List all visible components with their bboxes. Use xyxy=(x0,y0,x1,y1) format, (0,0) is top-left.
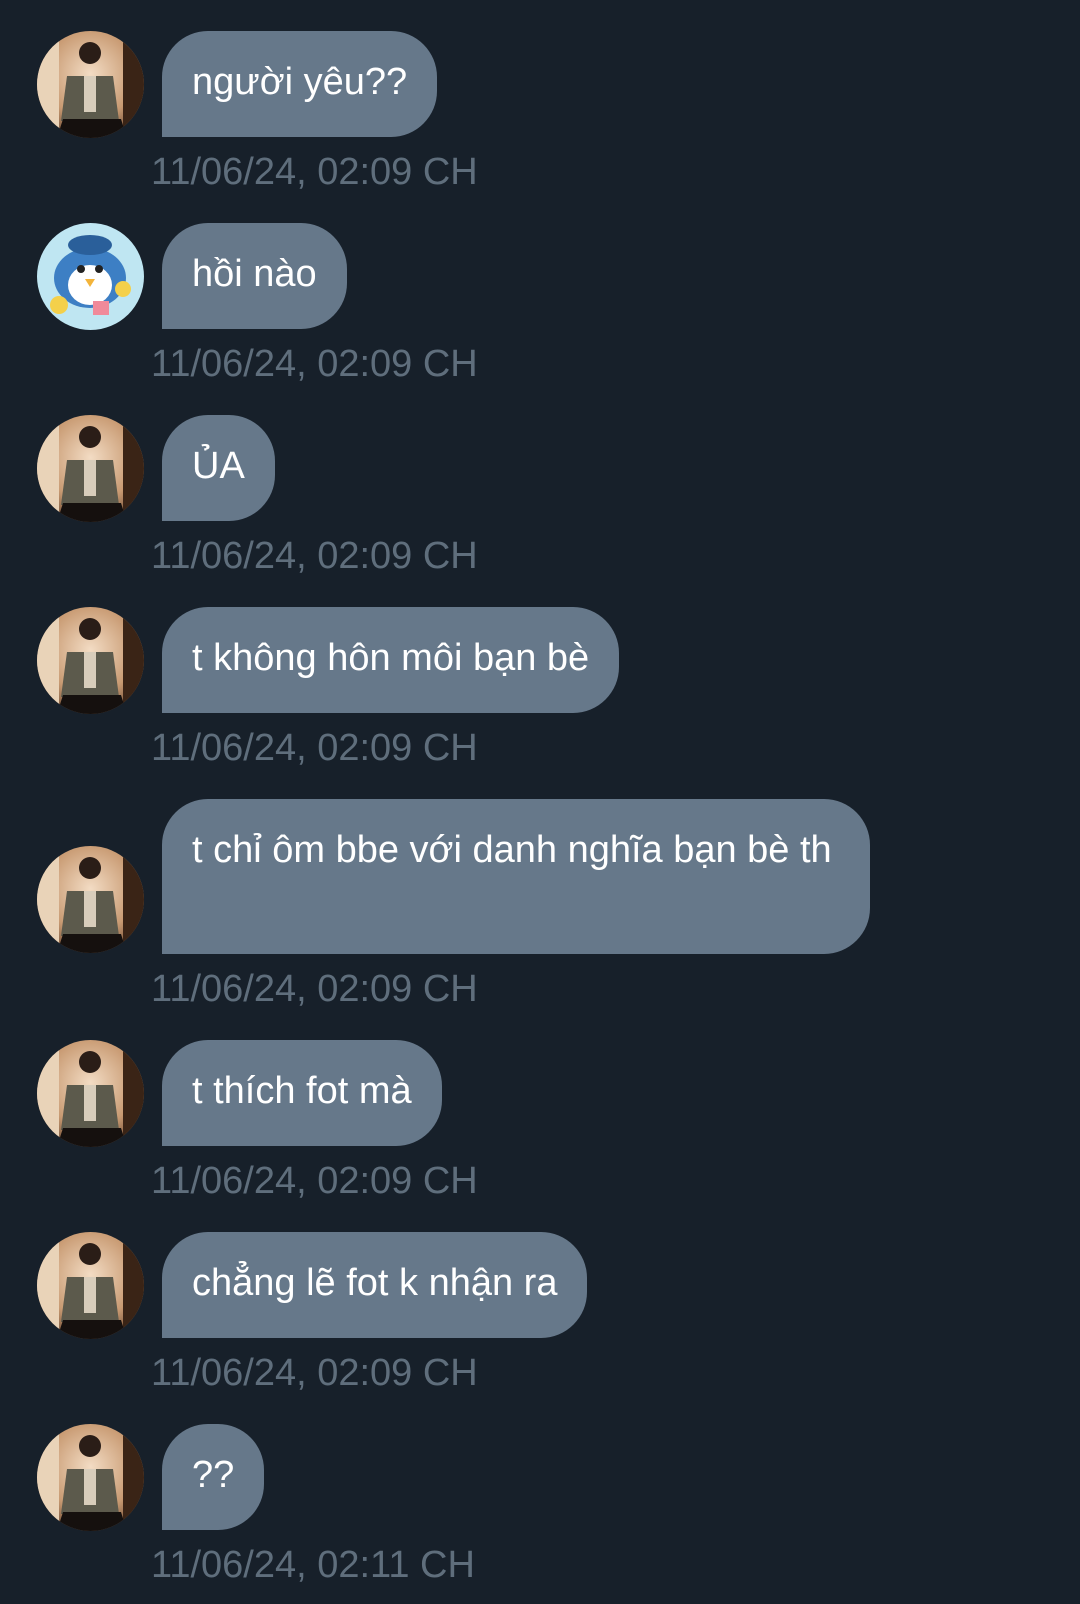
message-timestamp: 11/06/24, 02:09 CH xyxy=(151,1352,478,1394)
message-timestamp: 11/06/24, 02:09 CH xyxy=(151,1160,478,1202)
message-timestamp: 11/06/24, 02:09 CH xyxy=(151,968,478,1010)
person-photo-icon xyxy=(37,31,144,138)
user-avatar-a[interactable] xyxy=(37,607,144,714)
message-text: t không hôn môi bạn bè xyxy=(192,637,590,679)
user-avatar-a[interactable] xyxy=(37,1232,144,1339)
message-text: người yêu?? xyxy=(192,61,408,103)
user-avatar-a[interactable] xyxy=(37,31,144,138)
message-bubble[interactable]: t chỉ ôm bbe với danh nghĩa bạn bè th xyxy=(162,799,870,954)
person-photo-icon xyxy=(37,1232,144,1339)
message-text: hồi nào xyxy=(192,253,317,295)
message-bubble[interactable]: hồi nào xyxy=(162,223,347,329)
message-timestamp: 11/06/24, 02:11 CH xyxy=(151,1544,475,1586)
message-timestamp: 11/06/24, 02:09 CH xyxy=(151,343,478,385)
person-photo-icon xyxy=(37,1040,144,1147)
user-avatar-a[interactable] xyxy=(37,1424,144,1531)
message-timestamp: 11/06/24, 02:09 CH xyxy=(151,151,478,193)
user-avatar-a[interactable] xyxy=(37,1040,144,1147)
cartoon-penguin-icon xyxy=(37,223,144,330)
message-timestamp: 11/06/24, 02:09 CH xyxy=(151,727,478,769)
message-text: ỦA xyxy=(192,445,245,487)
message-bubble[interactable]: t không hôn môi bạn bè xyxy=(162,607,620,713)
message-timestamp: 11/06/24, 02:09 CH xyxy=(151,535,478,577)
person-photo-icon xyxy=(37,846,144,953)
message-bubble[interactable]: người yêu?? xyxy=(162,31,438,137)
user-avatar-b[interactable] xyxy=(37,223,144,330)
message-text: chẳng lẽ fot k nhận ra xyxy=(192,1262,558,1304)
message-text: ?? xyxy=(192,1454,235,1496)
user-avatar-a[interactable] xyxy=(37,415,144,522)
user-avatar-a[interactable] xyxy=(37,846,144,953)
message-text: t chỉ ôm bbe với danh nghĩa bạn bè th xyxy=(192,829,832,871)
message-bubble[interactable]: ?? xyxy=(162,1424,265,1530)
person-photo-icon xyxy=(37,1424,144,1531)
person-photo-icon xyxy=(37,415,144,522)
message-bubble[interactable]: t thích fot mà xyxy=(162,1040,442,1146)
message-bubble[interactable]: ỦA xyxy=(162,415,275,521)
person-photo-icon xyxy=(37,607,144,714)
message-text: t thích fot mà xyxy=(192,1070,412,1112)
message-bubble[interactable]: chẳng lẽ fot k nhận ra xyxy=(162,1232,588,1338)
